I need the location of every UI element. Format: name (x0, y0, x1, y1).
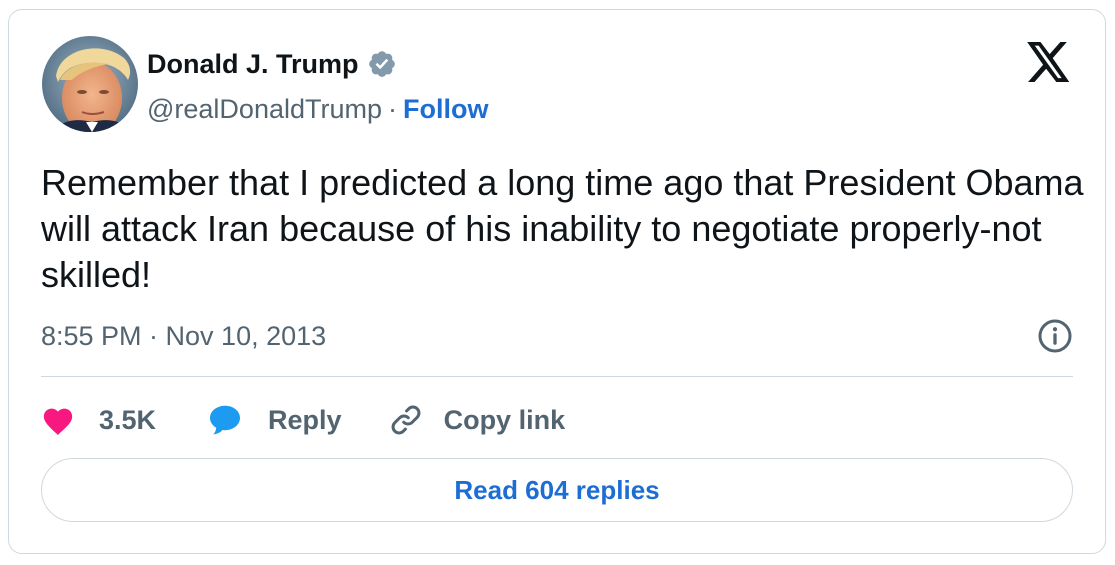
copy-link-label: Copy link (443, 404, 566, 435)
like-count: 3.5K (99, 404, 157, 435)
divider (41, 376, 1073, 377)
tweet-text: Remember that I predicted a long time ag… (41, 162, 1084, 295)
x-logo-icon[interactable] (1027, 42, 1071, 82)
heart-icon (43, 408, 73, 436)
read-replies-button[interactable]: Read 604 replies (41, 458, 1073, 522)
action-bar: 3.5K Reply Copy link (41, 398, 565, 442)
avatar-image (42, 36, 138, 132)
author-name[interactable]: Donald J. Trump (147, 49, 359, 80)
tweet-timestamp[interactable]: 8:55 PM · Nov 10, 2013 (41, 321, 326, 352)
author-handle-row: @realDonaldTrump · Follow (147, 92, 488, 126)
like-button[interactable]: 3.5K (41, 404, 156, 436)
reply-label: Reply (268, 404, 342, 435)
reply-bubble-icon (210, 405, 241, 435)
separator-dot: · (388, 93, 397, 124)
copy-link-button[interactable]: Copy link (388, 402, 566, 438)
tweet-card: Donald J. Trump @realDonaldTrump · Follo… (8, 9, 1106, 554)
link-icon (391, 405, 420, 435)
author-name-row: Donald J. Trump (147, 46, 397, 82)
avatar[interactable] (42, 36, 138, 132)
author-handle[interactable]: @realDonaldTrump (147, 94, 382, 125)
verified-badge-icon (368, 51, 395, 77)
tweet-meta-row: 8:55 PM · Nov 10, 2013 (41, 316, 1073, 356)
info-icon[interactable] (1037, 318, 1073, 354)
reply-button[interactable]: Reply (206, 402, 342, 438)
follow-button[interactable]: Follow (403, 94, 488, 125)
